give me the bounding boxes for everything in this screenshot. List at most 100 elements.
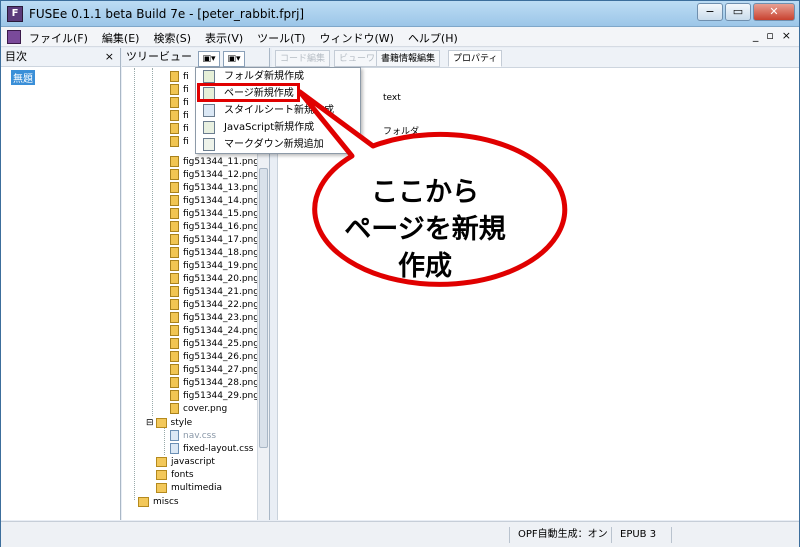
tree-file[interactable]: fi	[170, 97, 189, 110]
tree-file[interactable]: fig51344_18.png	[170, 247, 258, 260]
tree-file[interactable]: fig51344_13.png	[170, 182, 258, 195]
tree-file[interactable]: fig51344_15.png	[170, 208, 258, 221]
callout-text: ここから ページを新規 作成	[330, 174, 520, 285]
status-epub: EPUB 3	[611, 527, 671, 543]
image-file-icon	[170, 156, 179, 167]
tab-code-edit[interactable]: コード編集	[275, 50, 331, 67]
tree-file[interactable]: fi	[170, 71, 189, 84]
tab-properties[interactable]: プロパティ	[448, 50, 503, 67]
status-bar: OPF自動生成：オン EPUB 3	[1, 521, 799, 547]
tree-folder[interactable]: multimedia	[156, 482, 222, 495]
tree-file[interactable]: cover.png	[170, 403, 227, 416]
new-item-menu: フォルダ新規作成 ページ新規作成 スタイルシート新規作成 JavaScript新…	[195, 67, 361, 154]
document-icon[interactable]	[7, 30, 21, 44]
image-file-icon	[170, 208, 179, 219]
tree-file[interactable]: fig51344_22.png	[170, 299, 258, 312]
image-file-icon	[170, 312, 179, 323]
tree-file[interactable]: nav.css	[170, 430, 216, 443]
folder-icon	[138, 496, 149, 507]
property-type-value: text	[383, 93, 401, 103]
image-file-icon	[170, 234, 179, 245]
tree-file[interactable]: fig51344_11.png	[170, 156, 258, 169]
tree-file[interactable]: fig51344_19.png	[170, 260, 258, 273]
new-item-dropdown-button[interactable]: ▣▾	[198, 51, 220, 67]
menu-add-markdown[interactable]: マークダウン新規追加	[198, 136, 358, 153]
tree-file[interactable]: fig51344_14.png	[170, 195, 258, 208]
markdown-add-icon	[203, 138, 215, 151]
tree-folder-style[interactable]: ⊟ style	[146, 417, 192, 430]
tree-file[interactable]: fi	[170, 110, 189, 123]
image-file-icon	[170, 286, 179, 297]
callout-line: 作成	[398, 251, 452, 282]
menu-file[interactable]: ファイル(F)	[29, 30, 88, 46]
tree-file[interactable]: fig51344_27.png	[170, 364, 258, 377]
tree-file[interactable]: fig51344_16.png	[170, 221, 258, 234]
toc-item-untitled[interactable]: 無題	[11, 70, 35, 85]
tree-file[interactable]: fig51344_17.png	[170, 234, 258, 247]
mdi-restore-button[interactable]: ▫	[766, 29, 773, 42]
image-file-icon	[170, 97, 179, 108]
image-file-icon	[170, 84, 179, 95]
image-file-icon	[170, 247, 179, 258]
image-file-icon	[170, 110, 179, 121]
tree-folder[interactable]: fonts	[156, 469, 194, 482]
tree-title: ツリービュー	[126, 50, 192, 63]
close-button[interactable]: ✕	[753, 3, 795, 21]
minimize-button[interactable]: −	[697, 3, 723, 21]
mdi-controls: _ ▫ ×	[753, 29, 791, 42]
image-file-icon	[170, 123, 179, 134]
image-file-icon	[170, 260, 179, 271]
image-file-icon	[170, 325, 179, 336]
tree-file[interactable]: fi	[170, 136, 189, 149]
folder-icon	[156, 456, 167, 467]
folder-icon	[156, 482, 167, 493]
tree-file[interactable]: fig51344_12.png	[170, 169, 258, 182]
tab-preview[interactable]: ビューワ	[334, 50, 381, 67]
tree-file[interactable]: fig51344_24.png	[170, 325, 258, 338]
app-icon: F	[7, 6, 23, 22]
menu-edit[interactable]: 編集(E)	[102, 30, 140, 46]
image-file-icon	[170, 195, 179, 206]
tree-folder[interactable]: miscs	[138, 496, 179, 509]
menu-bar: ファイル(F) 編集(E) 検索(S) 表示(V) ツール(T) ウィンドウ(W…	[1, 27, 799, 47]
tree-file[interactable]: fig51344_23.png	[170, 312, 258, 325]
title-bar: F FUSEe 0.1.1 beta Build 7e - [peter_rab…	[1, 1, 799, 27]
menu-view[interactable]: 表示(V)	[205, 30, 243, 46]
tree-file[interactable]: fig51344_20.png	[170, 273, 258, 286]
tree-folder[interactable]: javascript	[156, 456, 215, 469]
image-file-icon	[170, 377, 179, 388]
mdi-close-button[interactable]: ×	[782, 29, 791, 42]
mdi-minimize-button[interactable]: _	[753, 29, 759, 42]
css-file-icon	[170, 443, 179, 454]
menu-new-stylesheet[interactable]: スタイルシート新規作成	[198, 102, 358, 119]
property-folder-value: フォルダ	[383, 127, 420, 137]
tree-file[interactable]: fig51344_29.png	[170, 390, 258, 403]
image-file-icon	[170, 351, 179, 362]
add-item-dropdown-button[interactable]: ▣▾	[223, 51, 245, 67]
toc-panel: 目次 × 無題	[1, 48, 121, 520]
tree-file[interactable]: fig51344_25.png	[170, 338, 258, 351]
tree-header: ツリービュー	[122, 48, 269, 67]
tree-file[interactable]: fixed-layout.css	[170, 443, 253, 456]
menu-new-javascript[interactable]: JavaScript新規作成	[198, 119, 358, 136]
menu-help[interactable]: ヘルプ(H)	[408, 30, 458, 46]
menu-window[interactable]: ウィンドウ(W)	[319, 30, 393, 46]
tree-file[interactable]: fig51344_21.png	[170, 286, 258, 299]
menu-search[interactable]: 検索(S)	[153, 30, 191, 46]
tab-book-info[interactable]: 書籍情報編集	[376, 50, 441, 67]
callout-line: ページを新規	[344, 214, 506, 245]
tree-file[interactable]: fig51344_26.png	[170, 351, 258, 364]
tree-file[interactable]: fig51344_28.png	[170, 377, 258, 390]
callout-line: ここから	[371, 177, 479, 208]
menu-tools[interactable]: ツール(T)	[257, 30, 305, 46]
maximize-button[interactable]: ▭	[725, 3, 751, 21]
tree-file[interactable]: fi	[170, 123, 189, 136]
image-file-icon	[170, 403, 179, 414]
scrollbar-thumb[interactable]	[259, 168, 268, 448]
tree-file[interactable]: fi	[170, 84, 189, 97]
css-file-icon	[170, 430, 179, 441]
collapse-icon[interactable]: ⊟	[146, 418, 154, 428]
status-empty	[671, 527, 781, 543]
toc-close-icon[interactable]: ×	[105, 48, 114, 66]
window-title: FUSEe 0.1.1 beta Build 7e - [peter_rabbi…	[29, 7, 305, 21]
